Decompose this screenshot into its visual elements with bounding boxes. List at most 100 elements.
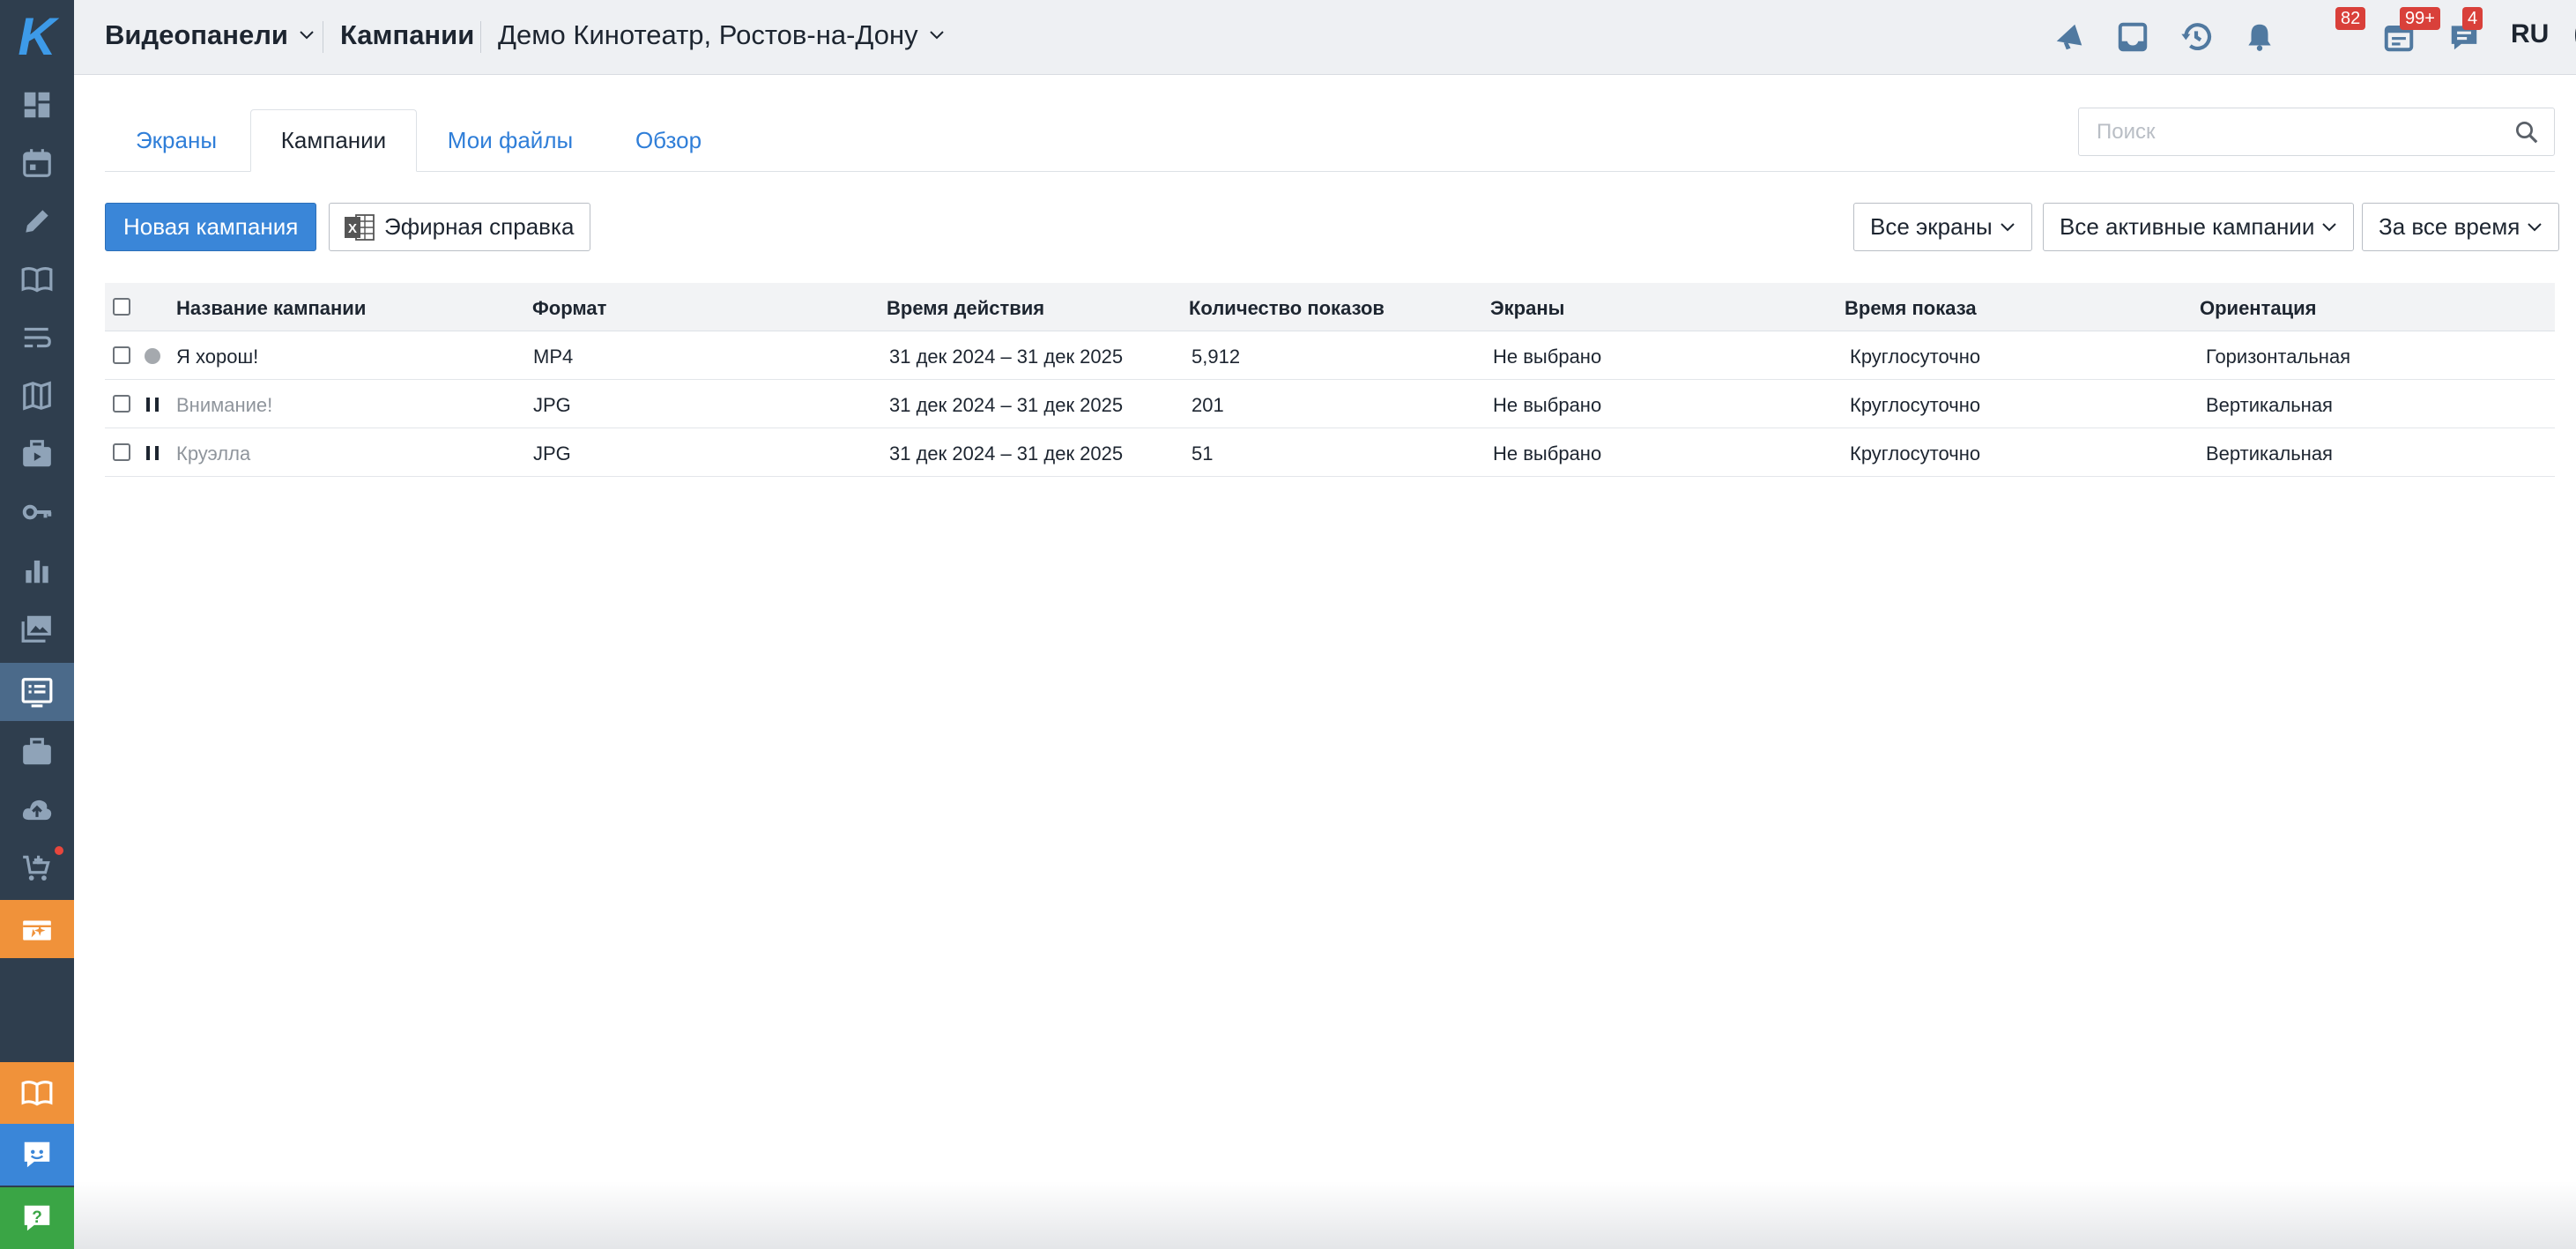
briefcase-icon[interactable] bbox=[0, 723, 74, 781]
filter-screens-dropdown[interactable]: Все экраны bbox=[1853, 203, 2032, 251]
status-active-icon bbox=[145, 348, 160, 364]
tab-screens[interactable]: Экраны bbox=[105, 109, 248, 172]
column-header-format[interactable]: Формат bbox=[532, 297, 606, 320]
bar-chart-icon[interactable] bbox=[0, 541, 74, 599]
video-briefcase-icon[interactable] bbox=[0, 425, 74, 483]
dashboard-icon[interactable] bbox=[0, 76, 74, 134]
calendar-badge: 99+ bbox=[2400, 7, 2440, 30]
search-box bbox=[2078, 108, 2555, 156]
bottom-fade bbox=[74, 1181, 2576, 1249]
bell-icon[interactable] bbox=[2238, 16, 2281, 58]
chevron-down-icon bbox=[2322, 222, 2337, 231]
row-checkbox[interactable] bbox=[113, 443, 130, 461]
app-logo[interactable]: K bbox=[0, 0, 74, 74]
row-checkbox[interactable] bbox=[113, 395, 130, 413]
new-campaign-button[interactable]: Новая кампания bbox=[105, 203, 317, 251]
cell-orientation: Вертикальная bbox=[2206, 442, 2333, 465]
svg-text:X: X bbox=[348, 221, 357, 236]
excel-icon: X bbox=[345, 213, 375, 241]
calendar-icon[interactable] bbox=[0, 134, 74, 192]
cell-time: Круглосуточно bbox=[1850, 394, 1981, 416]
filter-period-dropdown[interactable]: За все время bbox=[2362, 203, 2560, 251]
chevron-down-icon bbox=[300, 31, 314, 40]
flow-icon[interactable] bbox=[0, 309, 74, 367]
cell-orientation: Горизонтальная bbox=[2206, 346, 2351, 368]
cell-orientation: Вертикальная bbox=[2206, 394, 2333, 416]
cell-format: MP4 bbox=[533, 346, 574, 368]
module-switcher[interactable]: Видеопанели bbox=[105, 19, 315, 51]
filter-campaigns-dropdown[interactable]: Все активные кампании bbox=[2043, 203, 2355, 251]
tab-campaigns[interactable]: Кампании bbox=[250, 109, 417, 172]
venue-switcher[interactable]: Демо Кинотеатр, Ростов-на-Дону bbox=[498, 19, 945, 51]
tab-overview[interactable]: Обзор bbox=[605, 109, 732, 172]
cart-notification-dot bbox=[55, 846, 63, 855]
tab-my-files[interactable]: Мои файлы bbox=[419, 109, 601, 172]
cell-screens: Не выбрано bbox=[1493, 394, 1602, 416]
guide-icon[interactable] bbox=[0, 1062, 74, 1124]
search-icon[interactable] bbox=[2513, 119, 2540, 145]
table-header: Название кампании Формат Время действия … bbox=[105, 283, 2555, 331]
map-icon[interactable] bbox=[0, 367, 74, 425]
column-header-name[interactable]: Название кампании bbox=[176, 297, 366, 320]
header-divider bbox=[480, 21, 481, 53]
select-all-checkbox[interactable] bbox=[113, 298, 130, 316]
cell-shows: 201 bbox=[1191, 394, 1224, 416]
inbox-icon[interactable] bbox=[2112, 16, 2154, 58]
air-report-button[interactable]: X Эфирная справка bbox=[329, 203, 591, 251]
table-row[interactable]: Я хорош! MP4 31 дек 2024 – 31 дек 2025 5… bbox=[105, 331, 2555, 380]
search-input[interactable] bbox=[2097, 117, 2502, 147]
chevron-down-icon bbox=[2528, 222, 2542, 231]
campaign-name-link[interactable]: Круэлла bbox=[176, 442, 250, 465]
book-icon[interactable] bbox=[0, 250, 74, 309]
new-campaign-label: Новая кампания bbox=[123, 213, 299, 240]
history-icon[interactable] bbox=[2175, 16, 2217, 58]
help-icon[interactable]: ? bbox=[0, 1187, 74, 1249]
column-header-orientation[interactable]: Ориентация bbox=[2200, 297, 2317, 320]
language-switcher[interactable]: RU bbox=[2511, 19, 2549, 49]
promo-icon[interactable] bbox=[0, 900, 74, 958]
megaphone-icon[interactable] bbox=[2048, 16, 2090, 58]
cloud-upload-icon[interactable] bbox=[0, 781, 74, 839]
status-paused-icon bbox=[146, 446, 159, 460]
column-header-time[interactable]: Время показа bbox=[1845, 297, 1977, 320]
cell-period: 31 дек 2024 – 31 дек 2025 bbox=[889, 442, 1124, 465]
top-header: Видеопанели Кампании Демо Кинотеатр, Рос… bbox=[74, 0, 2576, 75]
cell-time: Круглосуточно bbox=[1850, 442, 1981, 465]
column-header-period[interactable]: Время действия bbox=[887, 297, 1044, 320]
chevron-down-icon bbox=[2000, 222, 2015, 231]
pencil-icon[interactable] bbox=[0, 192, 74, 250]
cell-period: 31 дек 2024 – 31 дек 2025 bbox=[889, 346, 1124, 368]
column-header-shows[interactable]: Количество показов bbox=[1189, 297, 1385, 320]
module-label: Видеопанели bbox=[105, 19, 288, 50]
column-header-screens[interactable]: Экраны bbox=[1490, 297, 1564, 320]
key-icon[interactable] bbox=[0, 483, 74, 541]
messages-badge: 4 bbox=[2462, 7, 2483, 30]
notifications-badge: 82 bbox=[2335, 7, 2366, 30]
filter-screens-label: Все экраны bbox=[1870, 213, 1993, 240]
svg-text:?: ? bbox=[32, 1208, 42, 1227]
section-title: Кампании bbox=[340, 19, 475, 50]
support-chat-icon[interactable] bbox=[0, 1124, 74, 1186]
filter-campaigns-label: Все активные кампании bbox=[2060, 213, 2315, 240]
chevron-down-icon bbox=[929, 31, 944, 40]
cell-shows: 51 bbox=[1191, 442, 1214, 465]
status-paused-icon bbox=[146, 398, 159, 412]
cell-screens: Не выбрано bbox=[1493, 346, 1602, 368]
cell-format: JPG bbox=[533, 442, 571, 465]
cell-screens: Не выбрано bbox=[1493, 442, 1602, 465]
venue-label: Демо Кинотеатр, Ростов-на-Дону bbox=[498, 19, 918, 50]
sidebar: K ? bbox=[0, 0, 74, 1249]
table-row[interactable]: Внимание! JPG 31 дек 2024 – 31 дек 2025 … bbox=[105, 380, 2555, 428]
cell-period: 31 дек 2024 – 31 дек 2025 bbox=[889, 394, 1124, 416]
cell-shows: 5,912 bbox=[1191, 346, 1241, 368]
campaigns-list-icon[interactable] bbox=[0, 663, 74, 721]
campaign-name-link[interactable]: Я хорош! bbox=[176, 346, 258, 368]
campaign-name-link[interactable]: Внимание! bbox=[176, 394, 272, 417]
row-checkbox[interactable] bbox=[113, 346, 130, 364]
gallery-icon[interactable] bbox=[0, 599, 74, 658]
filter-period-label: За все время bbox=[2379, 213, 2520, 240]
cell-format: JPG bbox=[533, 394, 571, 416]
air-report-label: Эфирная справка bbox=[384, 213, 575, 240]
table-row[interactable]: Круэлла JPG 31 дек 2024 – 31 дек 2025 51… bbox=[105, 428, 2555, 477]
cell-time: Круглосуточно bbox=[1850, 346, 1981, 368]
